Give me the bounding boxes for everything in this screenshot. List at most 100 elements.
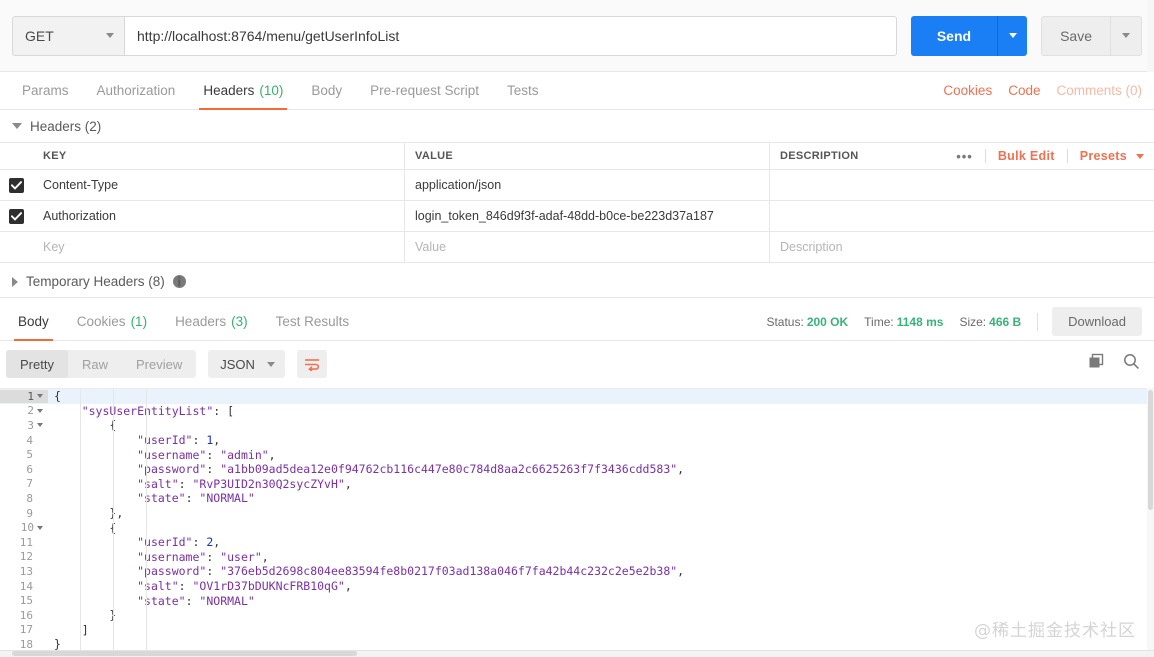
code-token: , [268,447,276,462]
response-body-code[interactable]: 1{2 "sysUserEntityList": [3 {4 "userId":… [0,388,1147,650]
code-line: 5 "username": "admin", [0,447,1147,462]
tab-label: Cookies [76,314,126,329]
code-token: : [185,593,200,608]
code-token: "salt" [137,579,179,594]
chevron-down-icon [266,361,275,367]
response-tab-cookies[interactable]: Cookies (1) [63,303,161,341]
headers-table-tools: ••• Bulk Edit Presets [944,149,1154,164]
request-tab-links: Cookies Code Comments (0) [927,83,1154,98]
search-icon[interactable] [1123,353,1140,375]
cookies-link[interactable]: Cookies [943,83,992,98]
code-token: "username" [137,549,207,564]
header-value-cell[interactable]: application/json [405,170,770,200]
size-badge: Size: 466 B [959,315,1021,329]
column-header-value: VALUE [405,143,770,169]
send-options-button[interactable] [997,15,1028,56]
header-value-cell[interactable]: login_token_846d9f3f-adaf-48dd-b0ce-be22… [405,201,770,231]
code-text: }, [48,506,123,520]
code-text: "salt": "RvP3UID2n30Q2sycZYvH", [48,477,352,491]
header-checkbox-column [0,143,33,169]
view-mode-preview[interactable]: Preview [122,350,196,378]
code-line-list: 1{2 "sysUserEntityList": [3 {4 "userId":… [0,389,1147,650]
copy-icon[interactable] [1088,353,1105,375]
header-key-cell[interactable]: Content-Type [33,170,405,200]
code-token: , [344,476,352,491]
format-select[interactable]: JSON [208,350,285,378]
code-vertical-scrollbar-thumb[interactable] [1148,390,1153,510]
tab-authorization[interactable]: Authorization [83,72,190,110]
response-tab-headers[interactable]: Headers (3) [161,303,262,341]
fold-triangle-icon[interactable] [37,408,43,413]
fold-triangle-icon[interactable] [37,394,43,399]
comments-link[interactable]: Comments (0) [1056,83,1142,98]
time-label: Time: [864,314,894,329]
save-button[interactable]: Save [1041,15,1110,56]
format-label: JSON [220,356,255,372]
headers-section-title: Headers (2) [0,110,1154,142]
code-token: { [54,389,61,404]
temporary-headers-section[interactable]: Temporary Headers (8) i [0,266,1154,298]
tab-body[interactable]: Body [297,72,356,110]
tab-label: Body [311,83,343,98]
url-input[interactable]: http://localhost:8764/menu/getUserInfoLi… [124,15,897,56]
view-mode-pretty[interactable]: Pretty [6,350,68,378]
code-text: { [48,521,116,535]
chevron-down-icon [1008,33,1017,38]
code-token: "password" [137,564,207,579]
table-row-empty: Key Value Description [0,232,1154,263]
tab-pre-request-script[interactable]: Pre-request Script [356,72,493,110]
new-header-description-input[interactable]: Description [770,232,1154,262]
code-line: 8 "state": "NORMAL" [0,491,1147,506]
code-token: : [206,447,221,462]
status-badge: Status: 200 OK [766,315,848,329]
response-tab-test-results[interactable]: Test Results [262,303,364,341]
presets-button[interactable]: Presets [1068,149,1133,163]
send-button[interactable]: Send [910,15,998,56]
code-line: 6 "password": "a1bb09ad5dea12e0f94762cb1… [0,462,1147,477]
view-mode-raw[interactable]: Raw [68,350,122,378]
tab-label: Pre-request Script [370,83,479,98]
send-button-group: Send [910,15,1028,56]
new-header-key-input[interactable]: Key [33,232,405,262]
code-token: , [213,535,221,550]
response-meta: Status: 200 OK Time: 1148 ms Size: 466 B Do… [750,307,1154,336]
table-row: Authorization login_token_846d9f3f-adaf-… [0,201,1154,232]
code-line: 2 "sysUserEntityList": [ [0,404,1147,419]
bulk-edit-button[interactable]: Bulk Edit [986,149,1067,163]
response-tab-body[interactable]: Body [4,303,63,341]
response-tab-bar: Body Cookies (1) Headers (3) Test Result… [0,303,1154,341]
triangle-down-icon[interactable] [12,123,22,129]
postman-window: GET http://localhost:8764/menu/getUserIn… [0,0,1154,657]
line-number: 13 [19,564,33,578]
response-body-toolbar: Pretty Raw Preview JSON [0,341,1154,387]
tab-tests[interactable]: Tests [493,72,553,110]
header-description-cell[interactable] [770,170,1154,200]
code-link[interactable]: Code [1008,83,1040,98]
line-number: 2 [0,404,48,417]
word-wrap-button[interactable] [296,350,327,378]
header-key-cell[interactable]: Authorization [33,201,405,231]
new-header-value-input[interactable]: Value [405,232,770,262]
triangle-right-icon[interactable] [12,276,18,287]
horizontal-scrollbar-thumb[interactable] [12,651,357,656]
tab-params[interactable]: Params [8,72,83,110]
code-token: } [54,637,61,650]
tab-headers[interactable]: Headers (10) [189,72,297,110]
row-checkbox[interactable] [9,177,24,193]
line-number: 14 [19,579,33,593]
row-checkbox-cell [0,232,33,262]
header-description-cell[interactable] [770,201,1154,231]
fold-triangle-icon[interactable] [37,423,43,428]
code-token: }, [109,506,124,521]
http-method-select[interactable]: GET [12,15,124,56]
more-options-icon[interactable]: ••• [944,149,985,164]
info-icon[interactable]: i [172,274,186,289]
tab-label: Body [18,314,49,329]
save-options-button[interactable] [1110,15,1142,56]
request-url-bar: GET http://localhost:8764/menu/getUserIn… [0,0,1154,72]
row-checkbox-cell [0,201,33,231]
row-checkbox[interactable] [9,208,24,224]
download-button[interactable]: Download [1052,307,1142,336]
fold-triangle-icon[interactable] [37,525,43,530]
top-scrollbar-track[interactable] [1147,0,1154,72]
